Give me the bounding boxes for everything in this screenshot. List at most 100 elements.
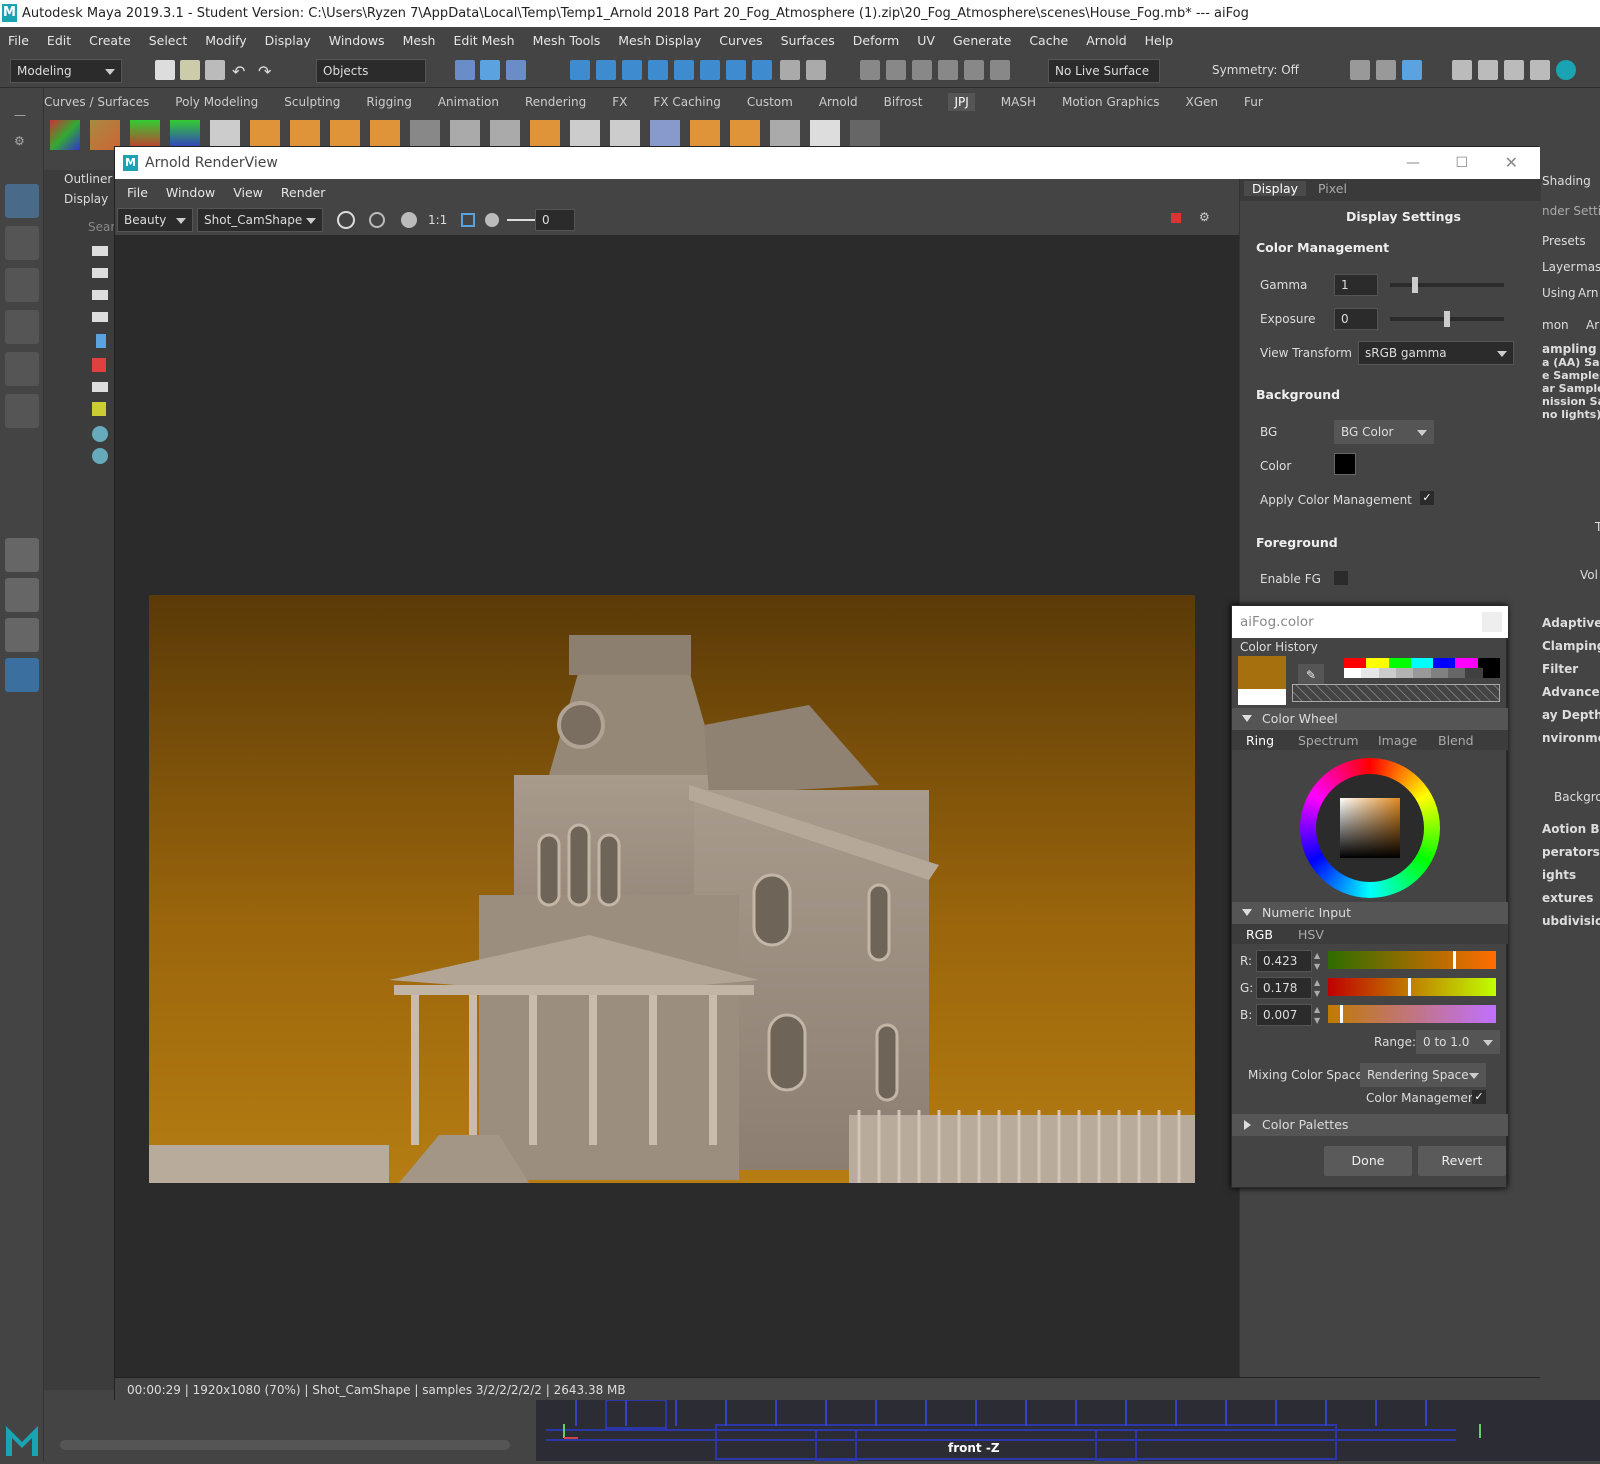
menu-help[interactable]: Help [1145,33,1174,48]
camera-icon[interactable] [92,290,108,300]
color-wheel-section[interactable]: Color Wheel [1232,708,1508,730]
b-spinner-icon[interactable]: ▲ ▼ [1314,1004,1324,1026]
shelf-tab-bifrost[interactable]: Bifrost [884,95,923,109]
history-swatch[interactable] [1433,658,1456,668]
symmetry-field[interactable]: Symmetry: Off [1206,59,1318,83]
menu-select[interactable]: Select [149,33,188,48]
done-button[interactable]: Done [1324,1146,1412,1176]
r-spinner-icon[interactable]: ▲ ▼ [1314,950,1324,972]
b-slider-knob[interactable] [1340,1005,1343,1023]
lock-icon[interactable] [780,60,800,80]
snap-surface-icon[interactable] [674,60,694,80]
menu-deform[interactable]: Deform [853,33,899,48]
shape-icon[interactable] [92,358,106,372]
select-tool-icon[interactable] [5,184,39,218]
select-hierarchy-icon[interactable] [455,60,475,80]
camera-icon[interactable] [92,268,108,278]
snapshot-icon[interactable] [485,213,499,227]
exposure-slider[interactable] [507,219,535,221]
history-swatch[interactable] [1410,658,1434,668]
channel-box-icon[interactable] [1402,60,1422,80]
scale-tool-icon[interactable] [5,394,39,428]
menu-surfaces[interactable]: Surfaces [781,33,835,48]
reset-icon[interactable] [990,60,1010,80]
history-swatch[interactable] [1344,668,1362,678]
shelf-tab-jpj[interactable]: JPJ [948,93,975,111]
settings-gear-icon[interactable]: ⚙ [1199,210,1210,224]
saturation-value-square[interactable] [1340,798,1400,858]
aov-dropdown[interactable]: Beauty [117,208,193,232]
menu-file[interactable]: File [8,33,29,48]
lasso-icon[interactable] [860,60,880,80]
shelf-tab-arnold[interactable]: Arnold [819,95,858,109]
attr-section[interactable]: ights [1542,868,1600,891]
shelf-tab-fur[interactable]: Fur [1244,95,1263,109]
mesh-icon[interactable] [96,334,106,348]
close-icon[interactable]: ✕ [1505,147,1518,179]
g-slider[interactable] [1328,978,1496,996]
history-swatch[interactable] [1482,668,1500,678]
camera-icon[interactable] [92,246,108,256]
tab-blend[interactable]: Blend [1438,733,1474,748]
enable-fg-checkbox[interactable] [1334,571,1348,585]
r-slider[interactable] [1328,951,1496,969]
tab-display[interactable]: Display [1244,181,1307,196]
r-slider-knob[interactable] [1453,951,1456,969]
frame-field[interactable]: 0 [535,209,575,231]
gamma-field[interactable]: 1 [1334,274,1378,296]
revert-button[interactable]: Revert [1418,1146,1506,1176]
outliner-display-menu[interactable]: Display [64,192,108,206]
b-field[interactable]: 0.007 [1256,1004,1312,1026]
exposure-field[interactable]: 0 [1334,308,1378,330]
cm-checkbox[interactable]: ✓ [1472,1090,1486,1104]
attr-ar-tab[interactable]: Ar [1586,318,1599,332]
camera-icon[interactable] [92,312,108,322]
single-view-icon[interactable] [5,538,39,572]
tab-spectrum[interactable]: Spectrum [1298,733,1359,748]
menu-curves[interactable]: Curves [719,33,762,48]
sphere-icon[interactable] [92,426,108,442]
empty-history-row[interactable] [1292,684,1500,702]
attr-mon-tab[interactable]: mon [1542,318,1569,332]
panel-toggle-icon[interactable] [1376,60,1396,80]
lasso-tool-icon[interactable] [5,226,39,260]
attr-layer-value[interactable]: mas [1576,260,1600,274]
paint-select-icon[interactable] [5,268,39,302]
snap-curve-icon[interactable] [596,60,616,80]
color-palettes-section[interactable]: Color Palettes [1232,1114,1508,1136]
snap-point-icon[interactable] [622,60,642,80]
close-icon[interactable] [1482,612,1502,632]
menu-edit-mesh[interactable]: Edit Mesh [453,33,514,48]
exposure-slider-knob[interactable] [1444,311,1450,327]
menu-mesh-display[interactable]: Mesh Display [618,33,701,48]
eyedropper-icon[interactable]: ✎ [1298,664,1324,686]
hue-ring[interactable] [1300,758,1440,898]
renderview-menu-file[interactable]: File [127,185,148,200]
gamma-slider[interactable] [1390,277,1504,293]
two-view-icon[interactable] [5,618,39,652]
history-swatch[interactable] [1344,658,1367,668]
pivot-icon[interactable] [964,60,984,80]
shelf-tab-animation[interactable]: Animation [438,95,499,109]
snap-grid-icon[interactable] [570,60,590,80]
minimize-icon[interactable]: — [1406,147,1420,179]
move-tool-icon[interactable] [5,310,39,344]
b-slider[interactable] [1328,1005,1496,1023]
camera-icon[interactable] [92,382,108,392]
attr-section[interactable]: Clamping [1542,639,1600,662]
shelf-tab-xgen[interactable]: XGen [1185,95,1218,109]
save-scene-icon[interactable] [205,60,225,80]
record-icon[interactable] [1171,213,1181,223]
refresh-icon[interactable] [401,212,417,228]
g-spinner-icon[interactable]: ▲ ▼ [1314,977,1324,999]
tab-image[interactable]: Image [1378,733,1417,748]
attr-presets[interactable]: Presets [1542,234,1586,248]
history-swatch[interactable] [1388,658,1411,668]
menu-windows[interactable]: Windows [329,33,385,48]
outliner-scrollbar[interactable] [60,1440,510,1450]
objects-field[interactable]: Objects [316,59,426,83]
shelf-tab-sculpting[interactable]: Sculpting [284,95,340,109]
history-swatch[interactable] [1465,668,1483,678]
shelf-tab-fx-caching[interactable]: FX Caching [653,95,720,109]
attr-shading-tab[interactable]: Shading [1542,174,1591,188]
